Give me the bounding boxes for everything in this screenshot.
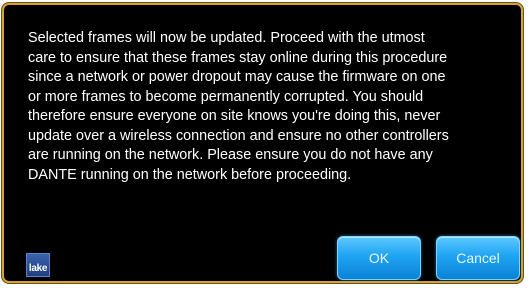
ok-button[interactable]: OK — [337, 236, 421, 280]
cancel-button[interactable]: Cancel — [436, 236, 520, 280]
firmware-update-dialog: Selected frames will now be updated. Pro… — [2, 3, 523, 283]
warning-message: Selected frames will now be updated. Pro… — [28, 30, 449, 183]
lake-logo: lake — [26, 253, 50, 277]
